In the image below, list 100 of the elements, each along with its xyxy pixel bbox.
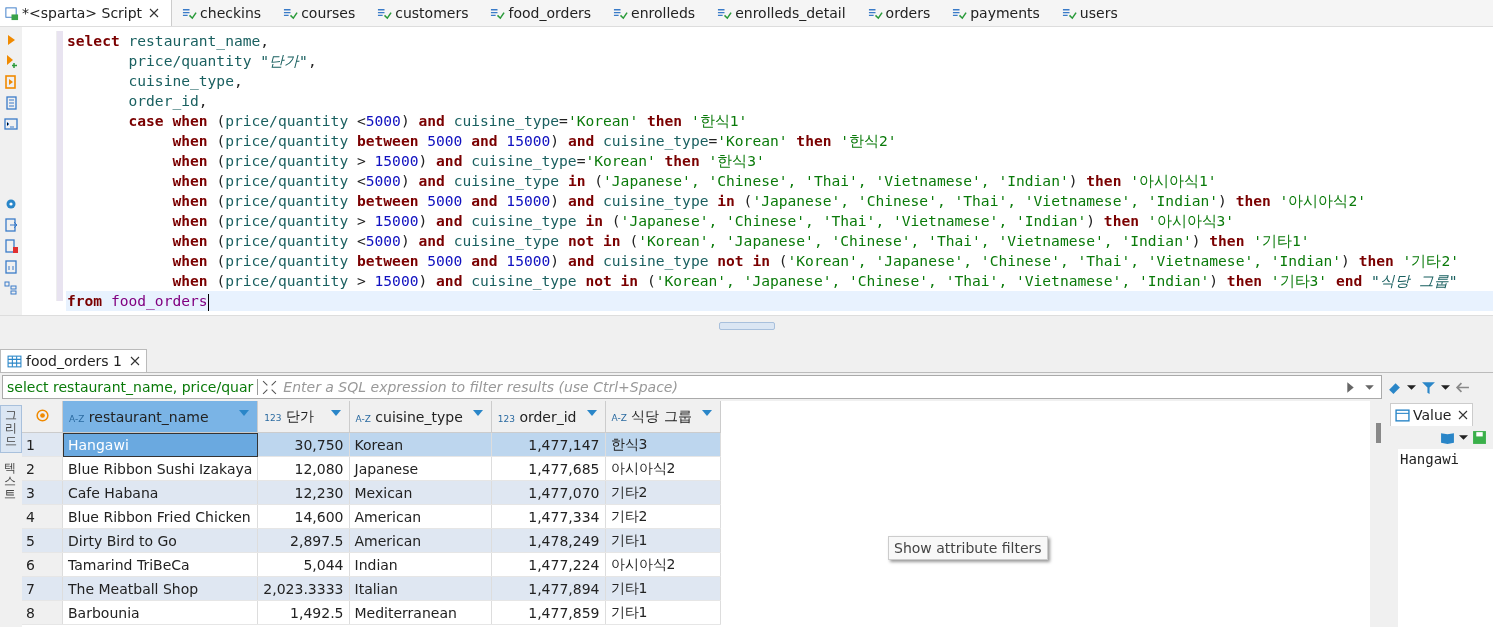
close-icon[interactable]: [129, 356, 140, 366]
row-number: 6: [22, 552, 63, 577]
table-cell: 1,477,859: [491, 600, 605, 625]
outline-icon[interactable]: [4, 281, 18, 295]
table-row[interactable]: 3 Cafe Habana 12,230 Mexican 1,477,070 기타2: [22, 480, 721, 505]
code-line: when (price/quantity <5000) and cuisine_type not in ('Korean', 'Japanese', 'Chinese', 'Thai', 'Vietnamese', 'Indian') then '기타1': [171, 231, 1311, 251]
table-cell: 1,492.5: [257, 600, 349, 625]
column-header[interactable]: A-Z 식당 그룹: [605, 401, 721, 433]
code-line: select restaurant_name,: [66, 31, 271, 51]
table-cell: 1,477,147: [491, 432, 605, 457]
editor-tab[interactable]: customers: [373, 0, 481, 26]
file-error-icon[interactable]: [4, 239, 18, 253]
side-tab[interactable]: 텍스트: [0, 458, 20, 505]
table-cell: 1,477,685: [491, 456, 605, 481]
table-cell: 5,044: [257, 552, 349, 577]
table-cell: Mediterranean: [349, 600, 492, 625]
value-text: Hangawi: [1398, 449, 1493, 627]
variables-icon[interactable]: [4, 260, 18, 274]
code-line: price/quantity "단가",: [127, 51, 318, 71]
table-cell: Indian: [349, 552, 492, 577]
column-header[interactable]: 123 order_id: [491, 401, 605, 433]
table-cell: Barbounia: [62, 600, 258, 625]
table-cell: Mexican: [349, 480, 492, 505]
grid-icon: [7, 353, 22, 369]
table-cell: 12,230: [257, 480, 349, 505]
editor-tab[interactable]: users: [1057, 0, 1130, 26]
table-cell: 30,750: [257, 432, 349, 457]
side-tab[interactable]: 그리드: [0, 405, 22, 453]
code-line: case when (price/quantity <5000) and cuisine_type='Korean' then '한식1': [127, 111, 749, 131]
editor-tab[interactable]: enrolleds: [609, 0, 708, 26]
scrollbar-thumb[interactable]: [1376, 423, 1381, 443]
row-number: 7: [22, 576, 63, 601]
dropdown-caret-icon[interactable]: [472, 410, 483, 416]
code-line: when (price/quantity > 15000) and cuisine_type not in ('Korean', 'Japanese', 'Chinese', 'Thai', 'Vietnamese', 'Indian') then '기타3' end "식당 그룹": [171, 271, 1459, 291]
table-cell: Dirty Bird to Go: [62, 528, 258, 553]
editor-tab[interactable]: orders: [863, 0, 943, 26]
caret-icon[interactable]: [1407, 382, 1416, 392]
filter-icon[interactable]: [1421, 379, 1436, 395]
table-cell: 1,477,070: [491, 480, 605, 505]
table-row[interactable]: 6 Tamarind TriBeCa 5,044 Indian 1,477,224 아시아식2: [22, 552, 721, 577]
filter-input-field[interactable]: Enter a SQL expression to filter results (use Ctrl+Space): [281, 378, 1339, 396]
editor-tab[interactable]: *<sparta> Script: [0, 0, 173, 26]
caret-icon[interactable]: [1441, 382, 1450, 392]
table-cell: American: [349, 528, 492, 553]
tooltip: Show attribute filters: [888, 536, 1048, 560]
column-header[interactable]: A-Z restaurant_name: [62, 401, 258, 433]
value-panel-tab[interactable]: Value: [1390, 403, 1474, 426]
table-cell: 2,023.3333: [257, 576, 349, 601]
editor-tab[interactable]: payments: [948, 0, 1052, 26]
expand-icon[interactable]: [262, 379, 278, 395]
table-cell: 12,080: [257, 456, 349, 481]
table-row[interactable]: 2 Blue Ribbon Sushi Izakaya 12,080 Japanese 1,477,685 아시아식2: [22, 456, 721, 481]
row-number: 5: [22, 528, 63, 553]
table-cell: Tamarind TriBeCa: [62, 552, 258, 577]
dropdown-caret-icon[interactable]: [330, 410, 341, 416]
table-row[interactable]: 1 Hangawi 30,750 Korean 1,477,147 한식3: [22, 432, 721, 457]
table-row[interactable]: 5 Dirty Bird to Go 2,897.5 American 1,478,249 기타1: [22, 528, 721, 553]
editor-tab[interactable]: courses: [279, 0, 368, 26]
table-row[interactable]: 7 The Meatball Shop 2,023.3333 Italian 1,477,894 기타1: [22, 576, 721, 601]
export-icon[interactable]: [4, 218, 18, 232]
dropdown-caret-icon[interactable]: [586, 410, 597, 416]
table-cell: 기타2: [605, 504, 721, 529]
editor-tab[interactable]: checkins: [178, 0, 274, 26]
column-header[interactable]: A-Z cuisine_type: [349, 401, 492, 433]
record-icon[interactable]: [34, 407, 50, 423]
query-text: select restaurant_name, price/quar: [7, 379, 259, 395]
table-row[interactable]: 8 Barbounia 1,492.5 Mediterranean 1,477,859 기타1: [22, 600, 721, 625]
table-row[interactable]: 4 Blue Ribbon Fried Chicken 14,600 American 1,477,334 기타2: [22, 504, 721, 529]
splitter-handle[interactable]: [718, 322, 775, 330]
editor-tab[interactable]: food_orders: [486, 0, 604, 26]
terminal-icon[interactable]: [4, 117, 18, 131]
filter-field[interactable]: select restaurant_name, price/quar Enter a SQL expression to filter results (use Ctrl+Space): [2, 375, 1382, 399]
table-cell: Japanese: [349, 456, 492, 481]
code-line: when (price/quantity between 5000 and 15000) and cuisine_type='Korean' then '한식2': [171, 131, 898, 151]
close-icon[interactable]: [1458, 410, 1469, 420]
table-cell: Blue Ribbon Sushi Izakaya: [62, 456, 258, 481]
table-cell: 아시아식2: [605, 456, 721, 481]
table-cell: 기타1: [605, 600, 721, 625]
script-icon: [4, 5, 19, 21]
script-run-icon[interactable]: [4, 75, 18, 89]
table-cell: 1,478,249: [491, 528, 605, 553]
table-cell: 아시아식2: [605, 552, 721, 577]
code-line: when (price/quantity <5000) and cuisine_type in ('Japanese', 'Chinese', 'Thai', 'Vietnamese', 'Indian') then '아시아식1': [171, 171, 1218, 191]
results-tab[interactable]: food_orders 1: [0, 349, 147, 372]
document-icon[interactable]: [4, 96, 18, 110]
code-line: when (price/quantity > 15000) and cuisine_type in ('Japanese', 'Chinese', 'Thai', 'Vietnamese', 'Indian') then '아시아식3': [171, 211, 1236, 231]
table-cell: 1,477,894: [491, 576, 605, 601]
run-new-tab-icon[interactable]: [4, 54, 18, 68]
editor-tab[interactable]: enrolleds_detail: [713, 0, 858, 26]
code-line: when (price/quantity between 5000 and 15000) and cuisine_type not in ('Korean', 'Japanese', 'Chinese', 'Thai', 'Vietnamese', 'Indian') then '기타2': [171, 251, 1460, 271]
settings-icon[interactable]: [4, 197, 18, 211]
close-icon[interactable]: [149, 8, 160, 18]
caret-icon[interactable]: [1459, 433, 1468, 442]
code-line: cuisine_type,: [127, 71, 244, 91]
dropdown-caret-icon[interactable]: [701, 410, 712, 416]
table-cell: Italian: [349, 576, 492, 601]
table-cell: Blue Ribbon Fried Chicken: [62, 504, 258, 529]
column-header[interactable]: 123 단가: [257, 401, 349, 433]
table-cell: 14,600: [257, 504, 349, 529]
table-cell: 기타1: [605, 576, 721, 601]
